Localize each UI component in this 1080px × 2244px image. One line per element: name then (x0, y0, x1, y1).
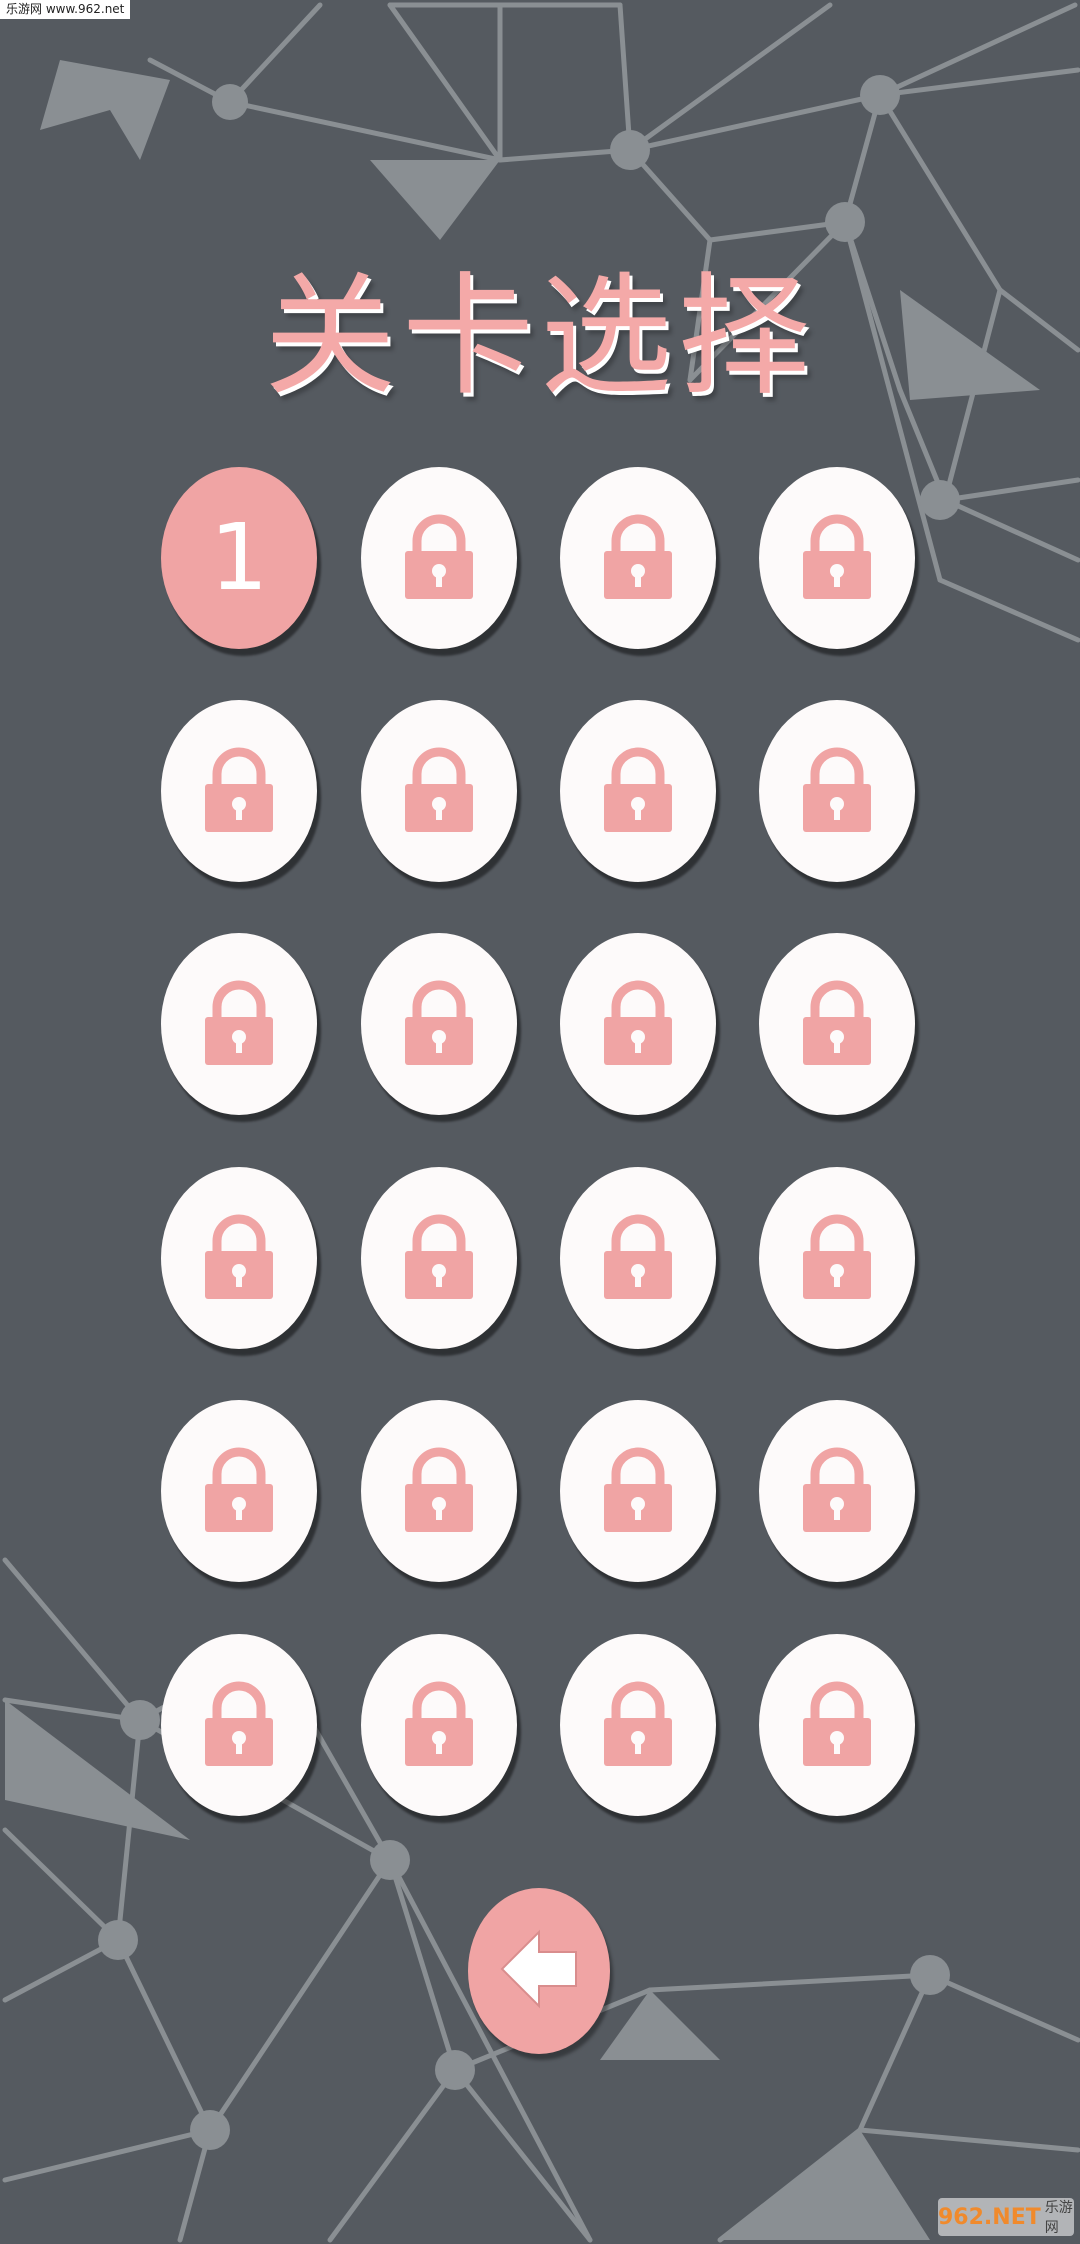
padlock-icon (598, 1213, 678, 1303)
level-button-locked[interactable] (560, 467, 716, 649)
padlock-icon (399, 513, 479, 603)
level-button-locked[interactable] (759, 1634, 915, 1816)
padlock-icon (399, 1680, 479, 1770)
level-button-locked[interactable] (361, 933, 517, 1115)
level-button-locked[interactable] (560, 933, 716, 1115)
level-button-locked[interactable] (759, 1167, 915, 1349)
level-button-locked[interactable] (161, 1167, 317, 1349)
level-button-locked[interactable] (560, 1400, 716, 1582)
level-button-locked[interactable] (759, 700, 915, 882)
padlock-icon (199, 746, 279, 836)
level-button[interactable]: 1 (161, 467, 317, 649)
padlock-icon (199, 979, 279, 1069)
watermark-logo: 962.NET 乐游网 (938, 2198, 1074, 2236)
padlock-icon (598, 1446, 678, 1536)
padlock-icon (399, 1213, 479, 1303)
padlock-icon (399, 746, 479, 836)
padlock-icon (199, 1680, 279, 1770)
level-button-locked[interactable] (161, 1400, 317, 1582)
padlock-icon (399, 1446, 479, 1536)
level-button-locked[interactable] (759, 933, 915, 1115)
padlock-icon (797, 979, 877, 1069)
level-number: 1 (209, 504, 269, 611)
padlock-icon (797, 746, 877, 836)
watermark-logo-main: 962.NET (938, 2204, 1041, 2230)
padlock-icon (598, 746, 678, 836)
padlock-icon (598, 979, 678, 1069)
level-button-locked[interactable] (361, 1167, 517, 1349)
padlock-icon (797, 1213, 877, 1303)
padlock-icon (199, 1213, 279, 1303)
padlock-icon (399, 979, 479, 1069)
padlock-icon (598, 513, 678, 603)
level-button-locked[interactable] (161, 933, 317, 1115)
level-select-screen: 乐游网 www.962.net 关卡选择 1 962.NET 乐游网 (0, 0, 1080, 2244)
watermark-logo-sub: 乐游网 (1044, 2200, 1073, 2236)
level-button-locked[interactable] (361, 700, 517, 882)
level-button-locked[interactable] (759, 1400, 915, 1582)
level-button-locked[interactable] (560, 1634, 716, 1816)
level-button-locked[interactable] (361, 1400, 517, 1582)
level-button-locked[interactable] (361, 467, 517, 649)
level-button-locked[interactable] (560, 1167, 716, 1349)
back-button[interactable] (468, 1888, 610, 2054)
padlock-icon (797, 1446, 877, 1536)
level-button-locked[interactable] (361, 1634, 517, 1816)
level-button-locked[interactable] (161, 700, 317, 882)
level-button-locked[interactable] (759, 467, 915, 649)
padlock-icon (598, 1680, 678, 1770)
padlock-icon (797, 1680, 877, 1770)
padlock-icon (199, 1446, 279, 1536)
level-button-locked[interactable] (560, 700, 716, 882)
level-button-locked[interactable] (161, 1634, 317, 1816)
padlock-icon (797, 513, 877, 603)
left-arrow-icon (494, 1924, 584, 2018)
